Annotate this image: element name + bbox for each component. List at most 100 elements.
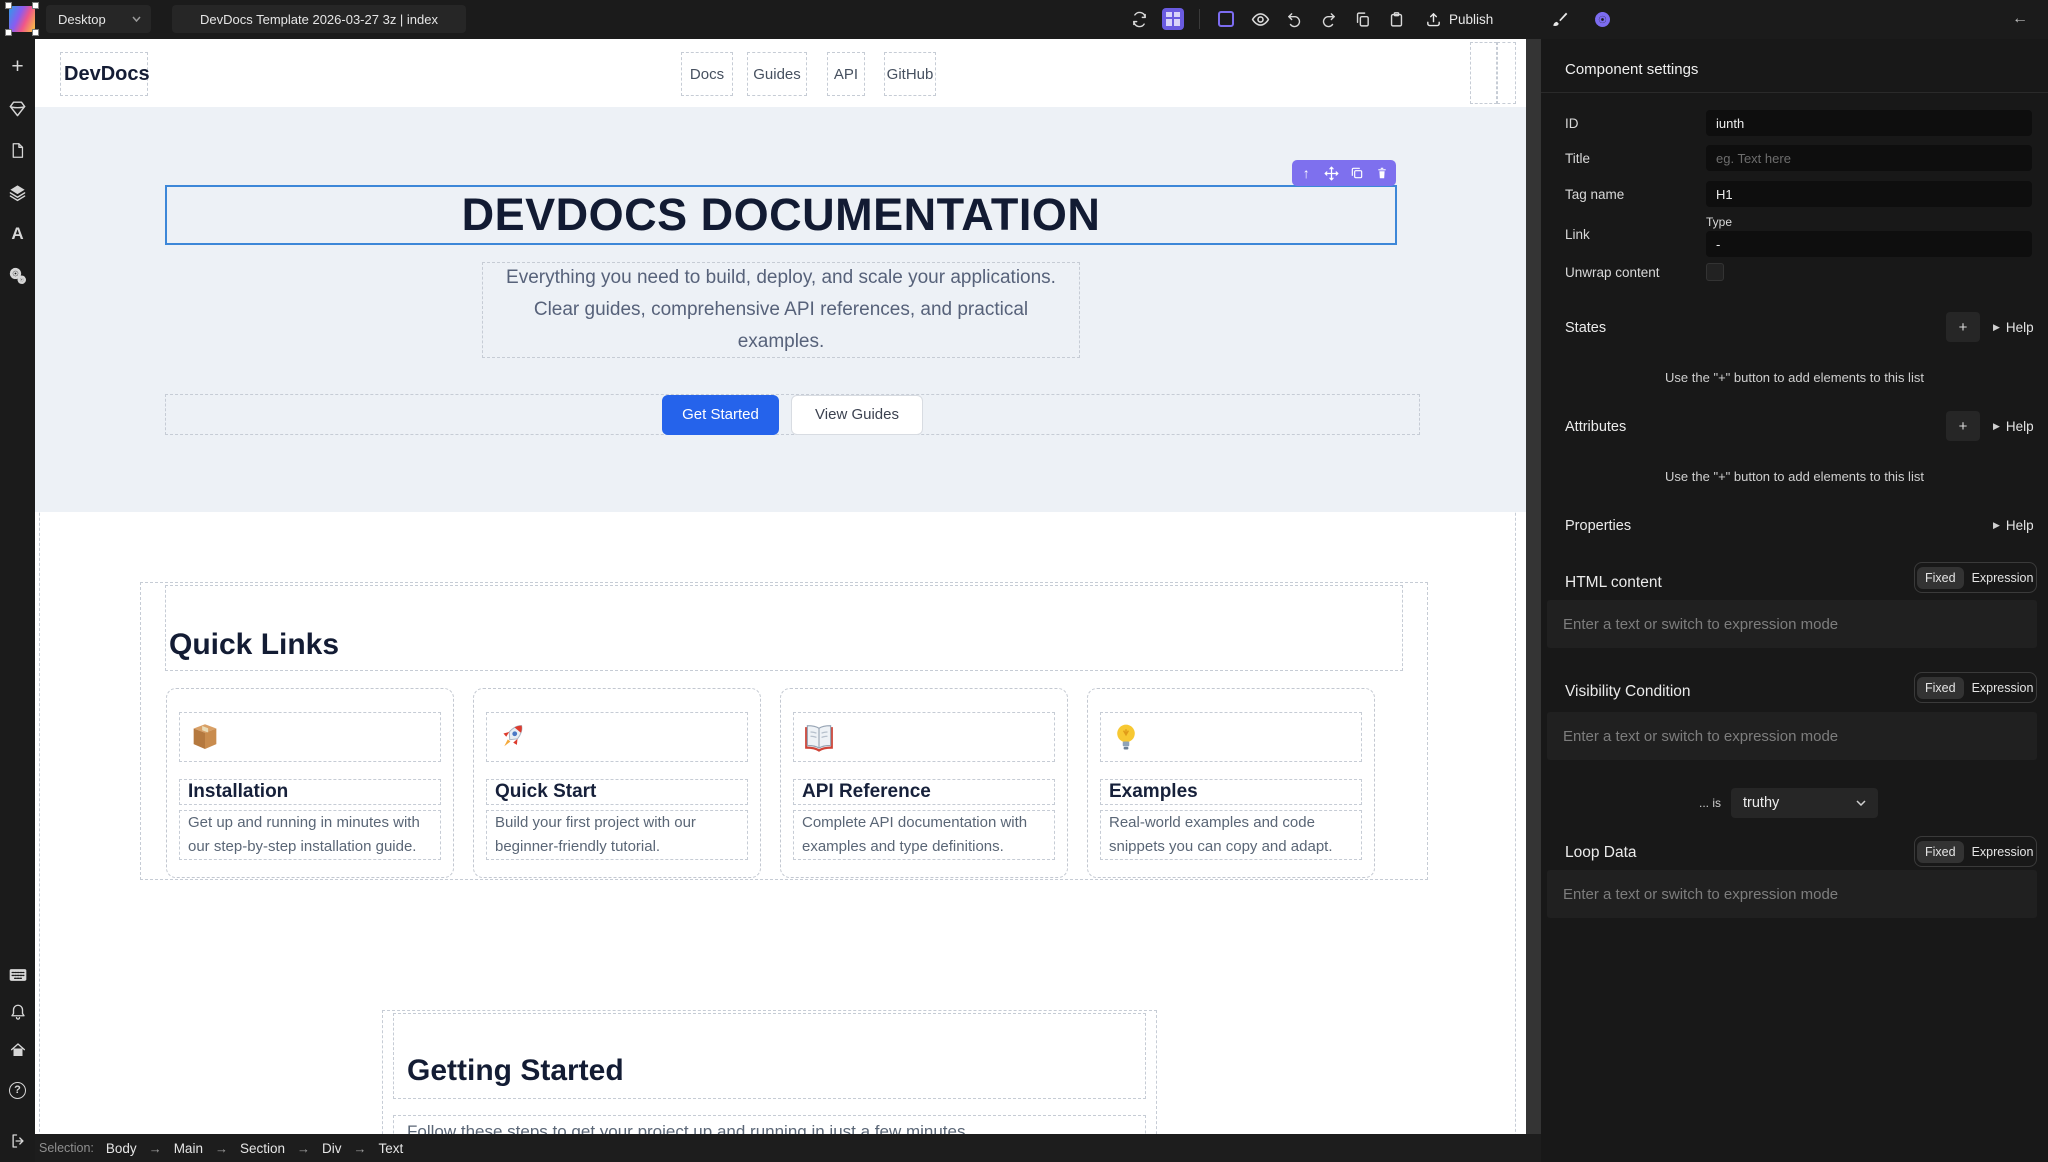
unwrap-content-checkbox[interactable] [1706,263,1724,281]
move-button[interactable] [1320,162,1342,184]
layers-button[interactable] [0,174,35,210]
notifications-button[interactable] [0,994,35,1030]
expression-tab[interactable]: Expression [1964,677,2042,699]
duplicate-button[interactable] [1346,162,1368,184]
back-arrow-button[interactable]: ← [2005,5,2035,33]
condition-select[interactable]: truthy [1731,788,1878,818]
getting-started-intro[interactable]: Follow these steps to get your project u… [393,1115,1146,1134]
card-quick-start[interactable]: Quick Start Build your first project wit… [473,688,761,878]
hero-title-selected[interactable]: DEVDOCS DOCUMENTATION [165,185,1397,245]
panel-title: Component settings [1565,61,1698,78]
resize-handle[interactable] [32,2,39,9]
states-help-link[interactable]: ▶Help [1993,320,2034,335]
select-tool-button[interactable] [1211,5,1241,33]
arrow-right-icon: → [149,1141,162,1156]
canvas-panel-gutter [1526,39,1541,1162]
nav-item-github[interactable]: GitHub [884,52,936,96]
nav-item-guides[interactable]: Guides [747,52,807,96]
project-title: DevDocs Template 2026-03-27 3z | index [172,5,466,33]
resize-handle[interactable] [5,2,12,9]
link-type-input[interactable]: - [1706,231,2032,257]
question-mark-icon: ? [9,1082,26,1099]
app-logo[interactable] [9,6,35,32]
attributes-help-link[interactable]: ▶Help [1993,419,2034,434]
attributes-empty-hint: Use the "+" button to add elements to th… [1541,469,2048,484]
resize-handle[interactable] [5,29,12,36]
brand-logo[interactable]: DevDocs [60,52,148,96]
card-icon-box [486,712,748,762]
nav-item-docs[interactable]: Docs [681,52,733,96]
settings-mode-button[interactable] [1587,5,1617,33]
fixed-tab[interactable]: Fixed [1917,567,1964,589]
home-button[interactable] [0,1032,35,1068]
viewport-select[interactable]: Desktop [46,5,151,33]
preview-button[interactable] [1245,5,1275,33]
design-system-button[interactable] [0,90,35,126]
gear-icon [1593,10,1612,29]
expression-tab[interactable]: Expression [1964,841,2042,863]
getting-started-heading-box[interactable]: Getting Started [393,1013,1146,1099]
link-type-label: Type [1706,215,1732,229]
view-guides-button[interactable]: View Guides [791,395,923,435]
fixed-tab[interactable]: Fixed [1917,677,1964,699]
refresh-button[interactable] [1124,5,1154,33]
card-api-reference[interactable]: API Reference Complete API documentation… [780,688,1068,878]
breadcrumb-body[interactable]: Body [106,1141,137,1156]
visibility-condition-input[interactable] [1547,712,2037,760]
copy-button[interactable] [1347,5,1377,33]
card-examples[interactable]: Examples Real-world examples and code sn… [1087,688,1375,878]
bell-icon [9,1003,27,1021]
hero-subtitle[interactable]: Everything you need to build, deploy, an… [482,262,1080,358]
loop-data-input[interactable] [1547,870,2037,918]
quick-links-heading-box[interactable]: Quick Links [165,585,1403,671]
breadcrumb-text[interactable]: Text [378,1141,403,1156]
attributes-add-button[interactable]: + [1946,411,1980,441]
redo-button[interactable] [1313,5,1343,33]
hero-title-text: DEVDOCS DOCUMENTATION [462,189,1101,241]
states-section-label: States [1565,320,1606,336]
card-installation[interactable]: Installation Get up and running in minut… [166,688,454,878]
card-title-box: API Reference [793,779,1055,805]
pages-button[interactable] [0,132,35,168]
grid-view-button[interactable] [1158,5,1188,33]
nav-item-api[interactable]: API [827,52,865,96]
select-parent-button[interactable]: ↑ [1295,162,1317,184]
title-input[interactable] [1706,145,2032,171]
fixed-tab[interactable]: Fixed [1917,841,1964,863]
tag-name-input[interactable] [1706,181,2032,207]
move-icon [1324,166,1339,181]
help-button[interactable]: ? [0,1072,35,1108]
publish-label: Publish [1449,12,1493,27]
shortcuts-button[interactable] [0,957,35,993]
viewport-label: Desktop [58,12,106,27]
id-input[interactable] [1706,110,2032,136]
resize-handle[interactable] [32,29,39,36]
element-action-toolbar: ↑ [1292,160,1396,186]
triangle-right-icon: ▶ [1993,322,2000,333]
keyboard-icon [8,967,28,983]
publish-button[interactable]: Publish [1415,5,1503,33]
add-element-button[interactable]: + [0,48,35,84]
chevron-down-icon [132,16,141,22]
properties-help-link[interactable]: ▶Help [1993,518,2034,533]
typography-button[interactable]: A [0,216,35,252]
gears-icon [8,266,28,286]
refresh-icon [1131,11,1148,28]
get-started-button[interactable]: Get Started [662,395,779,435]
breadcrumb-main[interactable]: Main [174,1141,203,1156]
undo-button[interactable] [1279,5,1309,33]
delete-button[interactable] [1371,162,1393,184]
breadcrumb-div[interactable]: Div [322,1141,342,1156]
hero-section: ↑ DEVDOCS DOCUMENTATION Everything you n… [35,107,1526,512]
card-title-box: Examples [1100,779,1362,805]
html-content-input[interactable] [1547,600,2037,648]
clipboard-icon [1388,11,1405,28]
card-title-box: Installation [179,779,441,805]
plugins-button[interactable] [0,258,35,294]
paste-button[interactable] [1381,5,1411,33]
design-mode-button[interactable] [1545,5,1575,33]
logout-button[interactable] [0,1122,35,1160]
breadcrumb-section[interactable]: Section [240,1141,285,1156]
states-add-button[interactable]: + [1946,312,1980,342]
expression-tab[interactable]: Expression [1964,567,2042,589]
